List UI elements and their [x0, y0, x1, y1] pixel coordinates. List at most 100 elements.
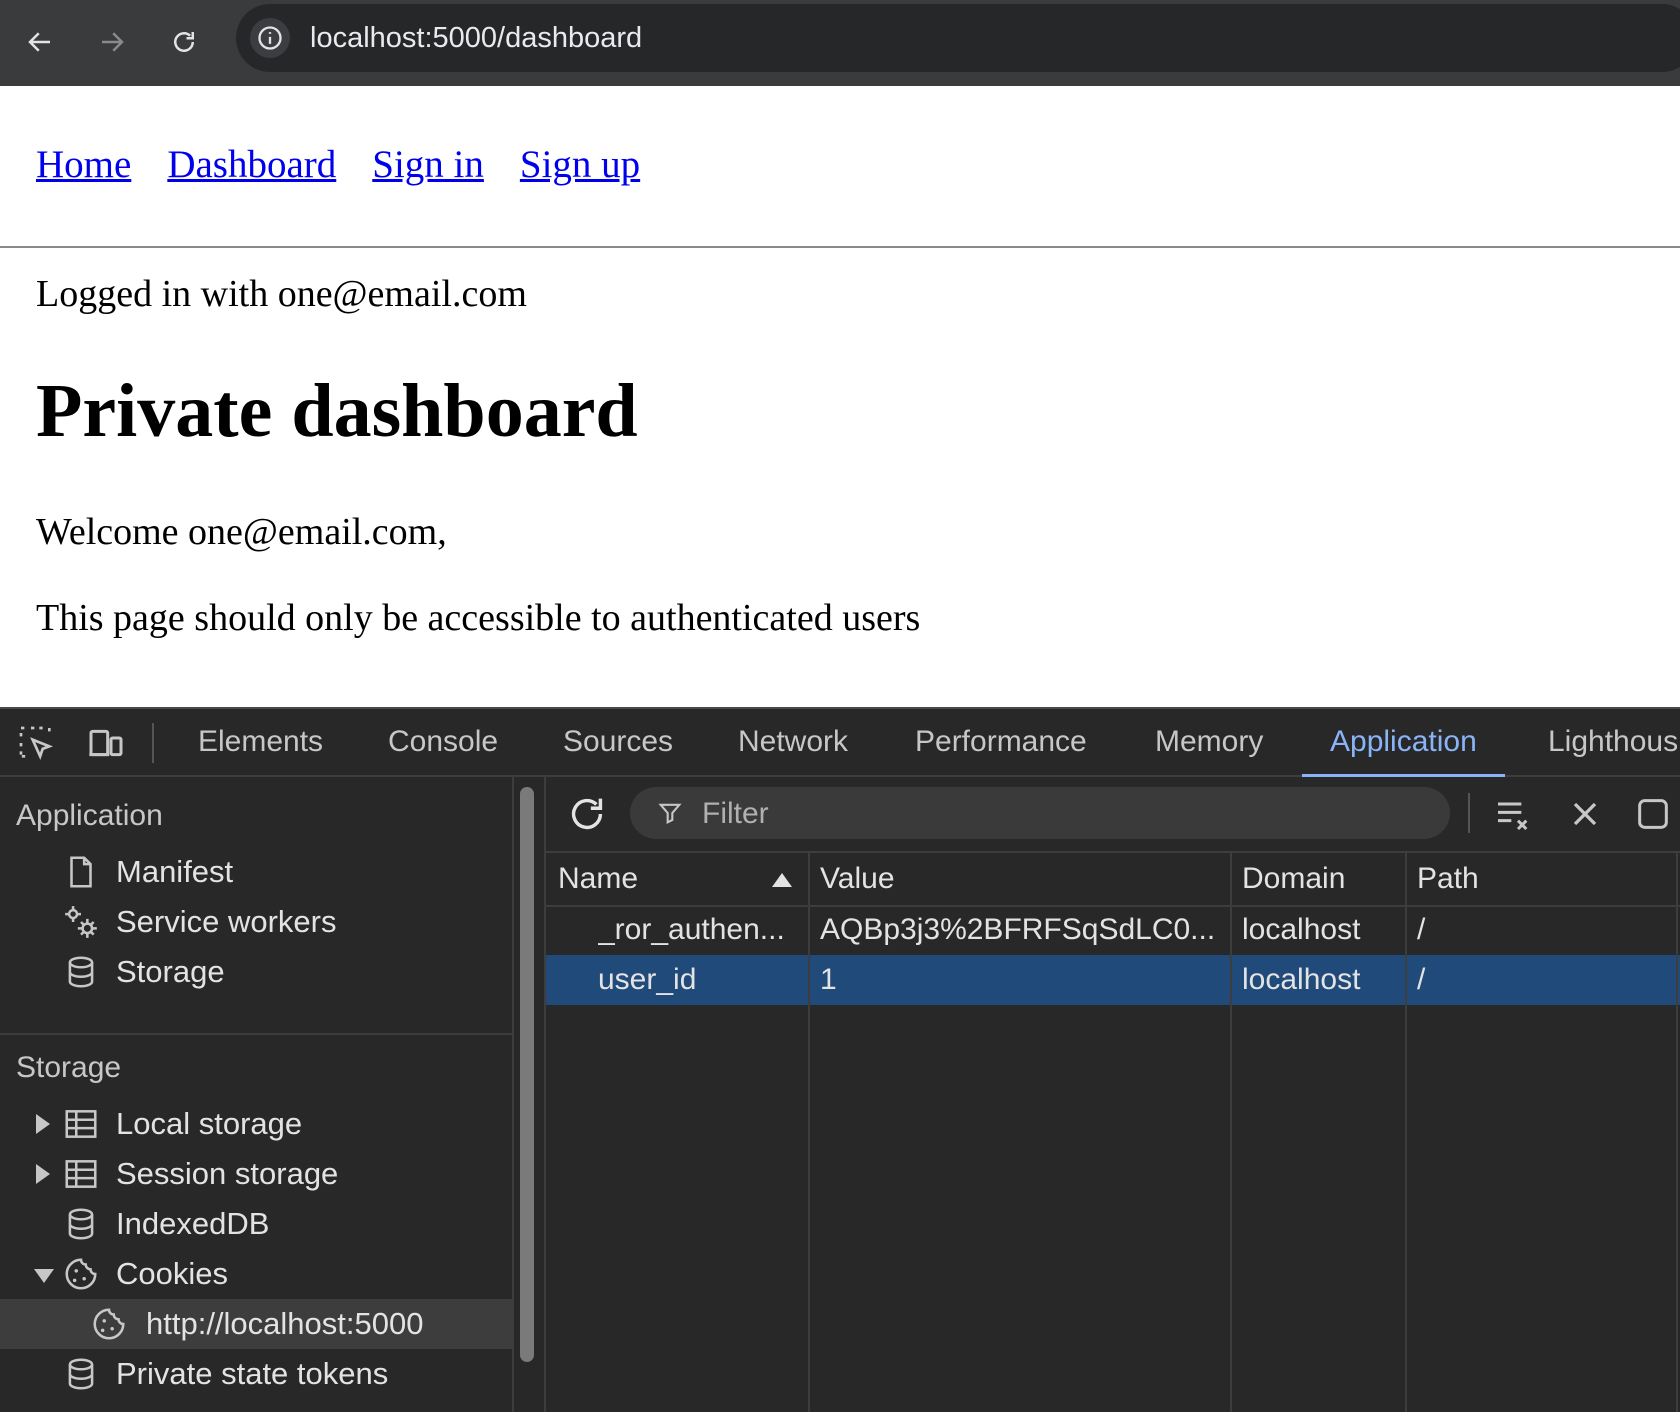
- close-icon: [1573, 802, 1597, 826]
- tab-sources[interactable]: Sources: [563, 709, 673, 775]
- reload-icon: [174, 32, 194, 52]
- clear-filtered-icon: [1498, 802, 1528, 831]
- info-icon: [258, 26, 282, 50]
- tab-performance[interactable]: Performance: [915, 709, 1087, 775]
- sidebar-item-label: Cookies: [116, 1256, 228, 1291]
- nav-link-sign-up[interactable]: Sign up: [520, 143, 640, 186]
- document-icon: [62, 853, 100, 891]
- sidebar-item-label: Local storage: [116, 1106, 303, 1141]
- nav-link-sign-in[interactable]: Sign in: [372, 143, 484, 186]
- database-icon: [62, 1355, 100, 1393]
- site-info-button[interactable]: [250, 18, 290, 58]
- tab-network[interactable]: Network: [738, 709, 848, 775]
- welcome-text: Welcome one@email.com,: [36, 511, 447, 553]
- sidebar-heading-application: Application: [16, 799, 163, 832]
- reload-button[interactable]: [156, 14, 212, 70]
- table-icon: [62, 1155, 100, 1193]
- cookies-table: Name Value Domain Path _ror_authen... AQ…: [546, 853, 1680, 1412]
- sidebar-item-indexeddb[interactable]: IndexedDB: [0, 1199, 512, 1249]
- table-row[interactable]: _ror_authen... AQBp3j3%2BFRFSqSdLC0... l…: [546, 905, 1680, 955]
- clear-all-cookies-button[interactable]: [1490, 791, 1536, 837]
- table-icon: [62, 1105, 100, 1143]
- sidebar-item-cookies-origin[interactable]: http://localhost:5000: [0, 1299, 512, 1349]
- tab-elements[interactable]: Elements: [198, 709, 323, 775]
- filter-input[interactable]: [700, 793, 1404, 835]
- tab-application[interactable]: Application: [1302, 709, 1505, 777]
- cell-domain: localhost: [1242, 963, 1361, 996]
- logged-in-status: Logged in with one@email.com: [36, 273, 527, 315]
- sidebar-item-label: http://localhost:5000: [146, 1306, 424, 1341]
- forward-button[interactable]: [84, 14, 140, 70]
- cookies-panel: Name Value Domain Path _ror_authen... AQ…: [544, 777, 1680, 1412]
- inspect-element-button[interactable]: [14, 721, 58, 765]
- column-header-value[interactable]: Value: [820, 853, 895, 905]
- arrow-right-icon: [102, 32, 124, 52]
- column-header-path[interactable]: Path: [1417, 853, 1479, 905]
- device-toolbar-button[interactable]: [84, 721, 128, 765]
- column-divider[interactable]: [1676, 853, 1678, 1412]
- expand-arrow-icon[interactable]: [36, 1114, 50, 1134]
- sidebar-item-label: Private state tokens: [116, 1356, 389, 1391]
- sidebar-heading-storage: Storage: [16, 1051, 122, 1084]
- nav-divider: [0, 246, 1680, 248]
- tab-console[interactable]: Console: [388, 709, 498, 775]
- sidebar-item-local-storage[interactable]: Local storage: [0, 1099, 512, 1149]
- expand-arrow-icon[interactable]: [36, 1164, 50, 1184]
- cookies-toolbar: [546, 777, 1680, 853]
- application-sidebar: Application Manifest Service workers Sto…: [0, 777, 514, 1412]
- tab-memory[interactable]: Memory: [1155, 709, 1263, 775]
- column-header-name[interactable]: Name: [558, 853, 638, 905]
- filter-box[interactable]: [630, 787, 1450, 839]
- address-bar[interactable]: localhost:5000/dashboard: [236, 4, 1680, 72]
- column-divider[interactable]: [1230, 853, 1232, 1412]
- checkbox-icon: [1638, 799, 1668, 829]
- refresh-button[interactable]: [564, 791, 610, 837]
- cell-name: user_id: [598, 963, 697, 996]
- sidebar-item-private-state-tokens[interactable]: Private state tokens: [0, 1349, 512, 1399]
- devtools-tabbar: Elements Console Sources Network Perform…: [0, 709, 1680, 777]
- tabbar-separator: [152, 723, 154, 763]
- cell-path: /: [1417, 913, 1426, 946]
- database-icon: [62, 953, 100, 991]
- column-divider[interactable]: [808, 853, 810, 1412]
- back-button[interactable]: [12, 14, 68, 70]
- filter-icon: [656, 799, 684, 827]
- toolbar-separator: [1468, 793, 1470, 833]
- nav-link-home[interactable]: Home: [36, 143, 131, 186]
- database-icon: [62, 1205, 100, 1243]
- cell-name: _ror_authen...: [598, 913, 785, 946]
- sidebar-item-label: IndexedDB: [116, 1206, 270, 1241]
- sidebar-scrollbar[interactable]: [520, 787, 534, 1362]
- device-toggle-icon: [89, 729, 123, 757]
- sidebar-item-label: Session storage: [116, 1156, 339, 1191]
- sidebar-divider: [0, 1033, 512, 1035]
- cell-value: 1: [820, 963, 837, 996]
- url-text[interactable]: localhost:5000/dashboard: [310, 18, 642, 58]
- column-divider[interactable]: [1405, 853, 1407, 1412]
- sidebar-item-label: Service workers: [116, 904, 337, 939]
- web-page: Home Dashboard Sign in Sign up Logged in wi…: [0, 86, 1680, 707]
- delete-selected-button[interactable]: [1562, 791, 1608, 837]
- devtools-panel: Elements Console Sources Network Perform…: [0, 707, 1680, 1412]
- cell-domain: localhost: [1242, 913, 1361, 946]
- inspect-element-icon: [19, 726, 54, 760]
- collapse-arrow-icon[interactable]: [34, 1269, 54, 1283]
- arrow-left-icon: [28, 32, 50, 52]
- table-header: Name Value Domain Path: [546, 853, 1680, 907]
- column-header-domain[interactable]: Domain: [1242, 853, 1345, 905]
- nav-link-dashboard[interactable]: Dashboard: [167, 143, 336, 186]
- cell-path: /: [1417, 963, 1426, 996]
- sidebar-item-storage-overview[interactable]: Storage: [0, 947, 512, 997]
- tab-lighthouse[interactable]: Lighthous: [1548, 709, 1678, 775]
- only-issues-checkbox[interactable]: [1630, 791, 1676, 837]
- site-nav: Home Dashboard Sign in Sign up: [36, 142, 676, 187]
- cookie-icon: [90, 1305, 128, 1343]
- sidebar-item-cookies[interactable]: Cookies: [0, 1249, 512, 1299]
- browser-toolbar: localhost:5000/dashboard: [0, 0, 1680, 86]
- table-row-selected[interactable]: user_id 1 localhost /: [546, 955, 1680, 1005]
- sidebar-item-service-workers[interactable]: Service workers: [0, 897, 512, 947]
- sidebar-item-manifest[interactable]: Manifest: [0, 847, 512, 897]
- gears-icon: [62, 903, 100, 941]
- sidebar-item-session-storage[interactable]: Session storage: [0, 1149, 512, 1199]
- access-note: This page should only be accessible to a…: [36, 597, 921, 639]
